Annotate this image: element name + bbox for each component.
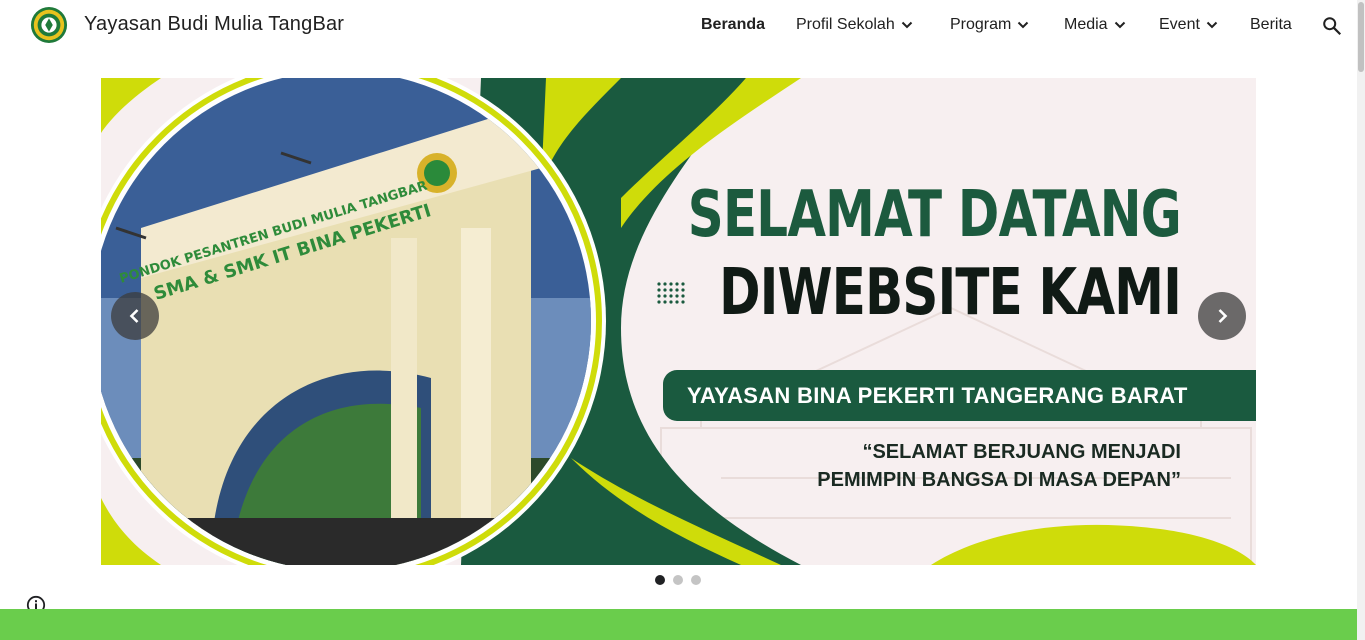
carousel-indicators xyxy=(655,575,701,585)
nav-label: Profil Sekolah xyxy=(796,16,895,33)
nav-label: Event xyxy=(1159,16,1200,33)
nav-item-profil-sekolah[interactable]: Profil Sekolah xyxy=(796,16,913,34)
foundation-banner: YAYASAN BINA PEKERTI TANGERANG BARAT xyxy=(663,370,1256,421)
page-scrollbar[interactable] xyxy=(1357,0,1365,640)
carousel-prev-button[interactable] xyxy=(111,292,159,340)
nav-label: Beranda xyxy=(701,16,766,33)
nav-label: Program xyxy=(950,16,1012,33)
nav-label: Berita xyxy=(1250,16,1292,33)
welcome-heading: SELAMAT DATANG DIWEBSITE KAMI xyxy=(101,183,1256,325)
scrollbar-thumb[interactable] xyxy=(1358,2,1364,72)
chevron-down-icon xyxy=(1206,21,1218,29)
chevron-down-icon xyxy=(1114,21,1125,29)
site-header: Yayasan Budi Mulia TangBar Beranda Profi… xyxy=(0,0,1357,52)
chevron-right-icon xyxy=(1218,309,1228,323)
footer-green-band xyxy=(0,609,1357,640)
chevron-down-icon xyxy=(1018,21,1029,29)
quote-line-1: “SELAMAT BERJUANG MENJADI xyxy=(862,441,1181,463)
hero-carousel-slide: PONDOK PESANTREN BUDI MULIA TANGBAR SMA … xyxy=(101,78,1256,565)
nav-item-beranda[interactable]: Beranda xyxy=(701,16,765,34)
nav-item-media[interactable]: Media xyxy=(1064,16,1126,34)
carousel-dot[interactable] xyxy=(673,575,683,585)
carousel-dot[interactable] xyxy=(655,575,665,585)
search-icon[interactable] xyxy=(1321,15,1343,37)
site-title[interactable]: Yayasan Budi Mulia TangBar xyxy=(84,13,344,36)
nav-item-event[interactable]: Event xyxy=(1159,16,1218,34)
carousel-dot[interactable] xyxy=(691,575,701,585)
logo[interactable] xyxy=(30,6,68,44)
nav-item-berita[interactable]: Berita xyxy=(1250,16,1292,34)
quote-line-2: PEMIMPIN BANGSA DI MASA DEPAN” xyxy=(817,469,1181,491)
welcome-line-2: DIWEBSITE KAMI xyxy=(719,256,1182,330)
chevron-down-icon xyxy=(901,21,912,29)
nav-item-program[interactable]: Program xyxy=(950,16,1029,34)
welcome-line-1: SELAMAT DATANG xyxy=(687,178,1182,252)
nav-label: Media xyxy=(1064,16,1108,33)
chevron-left-icon xyxy=(129,309,139,323)
carousel-next-button[interactable] xyxy=(1198,292,1246,340)
